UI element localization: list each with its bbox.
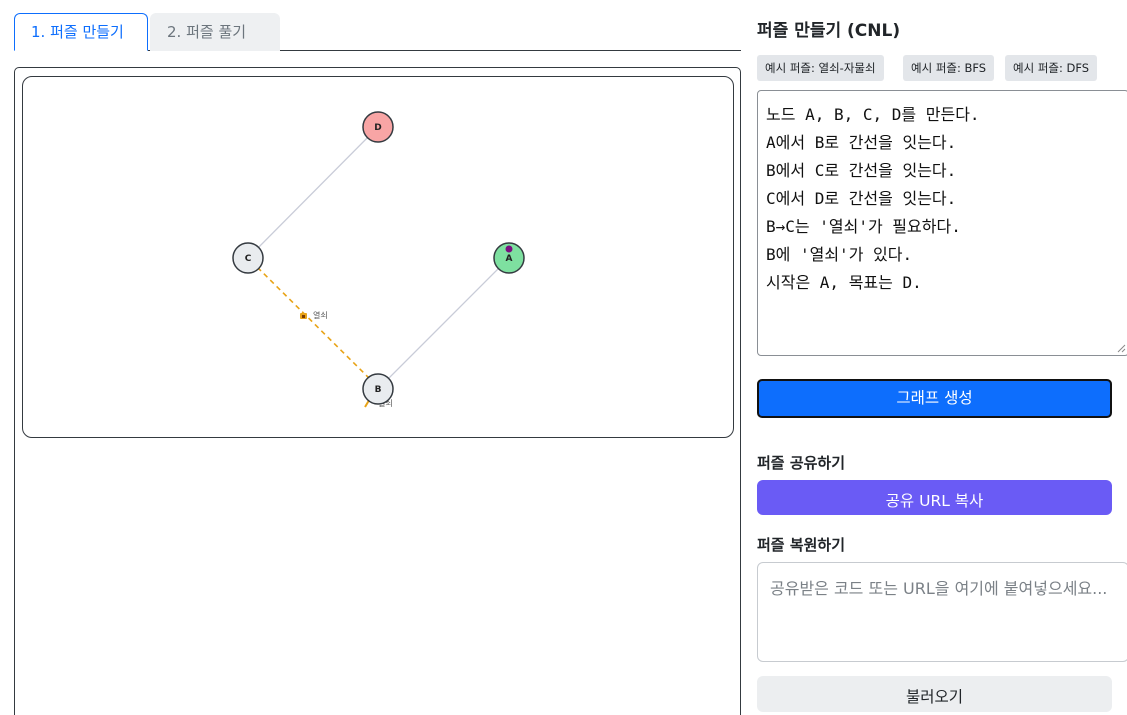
example-key-lock-button[interactable]: 예시 퍼즐: 열쇠-자물쇠 — [757, 55, 884, 81]
cnl-line: C에서 D로 간선을 잇는다. — [766, 189, 957, 208]
editor-panel: 퍼즐 만들기 (CNL) 예시 퍼즐: 열쇠-자물쇠 예시 퍼즐: BFS 예시… — [757, 0, 1127, 715]
tab-bar: 1. 퍼즐 만들기 2. 퍼즐 풀기 — [14, 12, 741, 51]
restore-section-title: 퍼즐 복원하기 — [757, 536, 846, 554]
lock-icon — [300, 313, 307, 319]
copy-share-url-button[interactable]: 공유 URL 복사 — [757, 480, 1112, 515]
example-dfs-button[interactable]: 예시 퍼즐: DFS — [1005, 55, 1098, 81]
graph-svg: 열쇠 열쇠 D C A B — [232, 111, 525, 408]
cnl-input[interactable]: 노드 A, B, C, D를 만든다. A에서 B로 간선을 잇는다. B에서 … — [757, 90, 1127, 356]
share-section-title: 퍼즐 공유하기 — [757, 454, 846, 472]
graph-canvas[interactable]: 열쇠 열쇠 D C A B — [22, 76, 734, 438]
node-d[interactable]: D — [362, 111, 394, 143]
load-button[interactable]: 불러오기 — [757, 676, 1112, 712]
node-c[interactable]: C — [232, 242, 264, 274]
node-b[interactable]: B — [362, 373, 394, 405]
edge-lock-label: 열쇠 — [313, 311, 328, 320]
node-a[interactable]: A — [493, 242, 525, 274]
cnl-line: 노드 A, B, C, D를 만든다. — [766, 105, 980, 124]
restore-code-input[interactable]: 공유받은 코드 또는 URL을 여기에 붙여넣으세요... — [757, 562, 1127, 662]
edge-c-d — [247, 126, 379, 259]
example-bfs-button[interactable]: 예시 퍼즐: BFS — [903, 55, 995, 81]
edge-b-a — [377, 257, 510, 390]
cnl-line: 시작은 A, 목표는 D. — [766, 273, 922, 292]
tab-solve-puzzle[interactable]: 2. 퍼즐 풀기 — [150, 13, 280, 51]
svg-text:C: C — [245, 254, 252, 264]
edge-b-c-locked — [247, 257, 377, 386]
cnl-line: B→C는 '열쇠'가 필요하다. — [766, 217, 961, 236]
cnl-line: B에서 C로 간선을 잇는다. — [766, 161, 957, 180]
svg-text:D: D — [374, 123, 381, 133]
cnl-line: A에서 B로 간선을 잇는다. — [766, 133, 957, 152]
player-marker-icon — [505, 245, 513, 253]
generate-graph-button[interactable]: 그래프 생성 — [757, 379, 1112, 418]
cnl-line: B에 '열쇠'가 있다. — [766, 245, 913, 264]
svg-text:B: B — [375, 385, 382, 395]
svg-text:A: A — [506, 254, 513, 264]
panel-title: 퍼즐 만들기 (CNL) — [757, 21, 901, 41]
resize-grip-icon[interactable] — [1117, 344, 1126, 353]
tab-make-puzzle[interactable]: 1. 퍼즐 만들기 — [14, 13, 148, 51]
